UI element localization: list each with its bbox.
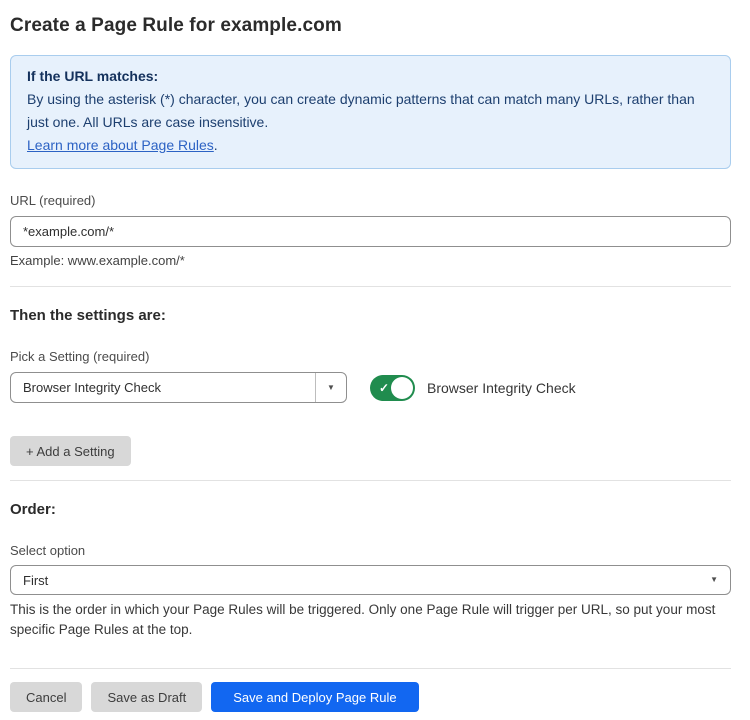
divider [10, 668, 731, 669]
info-box-heading: If the URL matches: [27, 65, 714, 88]
check-icon: ✓ [379, 382, 389, 394]
order-help-text: This is the order in which your Page Rul… [10, 600, 731, 640]
setting-row: Browser Integrity Check ▼ ✓ Browser Inte… [10, 372, 731, 403]
chevron-down-icon: ▼ [710, 576, 718, 584]
setting-dropdown-value: Browser Integrity Check [11, 373, 315, 402]
learn-more-link[interactable]: Learn more about Page Rules [27, 137, 214, 153]
chevron-down-icon: ▼ [327, 384, 335, 392]
footer-actions: Cancel Save as Draft Save and Deploy Pag… [10, 682, 731, 712]
info-box-body: By using the asterisk (*) character, you… [27, 88, 714, 134]
link-suffix: . [214, 137, 218, 153]
setting-dropdown[interactable]: Browser Integrity Check ▼ [10, 372, 347, 403]
add-setting-button[interactable]: + Add a Setting [10, 436, 131, 466]
url-field-label: URL (required) [10, 193, 731, 209]
order-select-value: First [23, 573, 48, 588]
save-and-deploy-button[interactable]: Save and Deploy Page Rule [211, 682, 418, 712]
order-select[interactable]: First ▼ [10, 565, 731, 595]
url-input[interactable] [10, 216, 731, 247]
order-select-label: Select option [10, 543, 731, 559]
toggle-knob [391, 377, 413, 399]
settings-section-heading: Then the settings are: [10, 307, 731, 325]
setting-toggle-label: Browser Integrity Check [427, 380, 576, 396]
divider [10, 480, 731, 481]
setting-dropdown-arrow-button[interactable]: ▼ [315, 373, 346, 402]
setting-toggle[interactable]: ✓ [370, 375, 415, 401]
order-section-heading: Order: [10, 501, 731, 519]
save-as-draft-button[interactable]: Save as Draft [91, 682, 202, 712]
divider [10, 286, 731, 287]
url-example-hint: Example: www.example.com/* [10, 253, 731, 269]
page-title: Create a Page Rule for example.com [10, 14, 731, 37]
setting-toggle-group: ✓ Browser Integrity Check [370, 375, 576, 401]
info-link-row: Learn more about Page Rules. [27, 134, 714, 157]
pick-setting-label: Pick a Setting (required) [10, 349, 731, 365]
create-page-rule-form: Create a Page Rule for example.com If th… [0, 0, 750, 712]
url-match-info-box: If the URL matches: By using the asteris… [10, 55, 731, 169]
cancel-button[interactable]: Cancel [10, 682, 82, 712]
